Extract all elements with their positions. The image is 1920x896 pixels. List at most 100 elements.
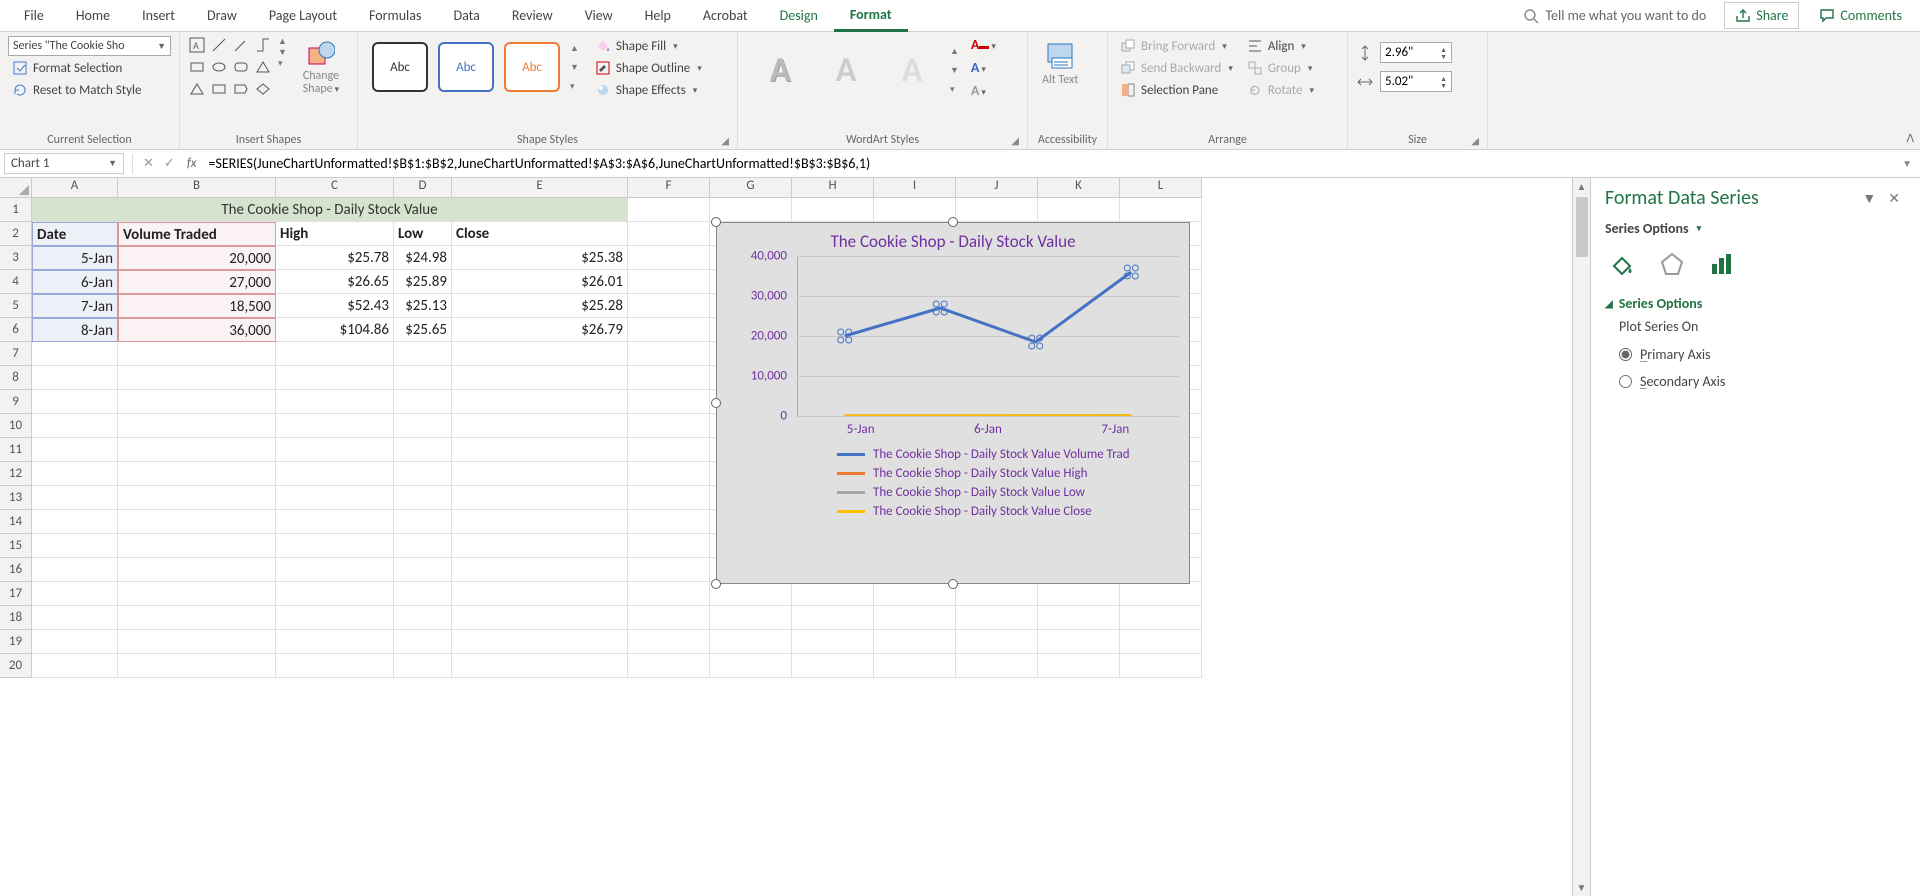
cell[interactable] — [32, 390, 118, 414]
cell[interactable]: 5-Jan — [32, 246, 118, 270]
shape-height-input[interactable]: ▲▼ — [1380, 42, 1452, 63]
cell[interactable] — [792, 654, 874, 678]
connector-shape-icon[interactable] — [254, 36, 272, 54]
cell[interactable] — [452, 438, 628, 462]
wordart-style-2[interactable]: A — [818, 42, 874, 98]
cell[interactable] — [118, 534, 276, 558]
cell[interactable] — [628, 342, 710, 366]
cell[interactable] — [628, 582, 710, 606]
cell[interactable] — [452, 462, 628, 486]
cell[interactable] — [628, 294, 710, 318]
shape-styles-launcher[interactable]: ◢ — [721, 134, 729, 147]
cell[interactable] — [452, 606, 628, 630]
chart-legend[interactable]: The Cookie Shop - Daily Stock Value Volu… — [717, 437, 1189, 525]
cell[interactable] — [452, 366, 628, 390]
cell[interactable] — [32, 414, 118, 438]
row-header[interactable]: 3 — [0, 246, 32, 270]
tell-me-search[interactable]: Tell me what you want to do — [1523, 7, 1706, 24]
row-header[interactable]: 2 — [0, 222, 32, 246]
cell[interactable] — [394, 366, 452, 390]
chart-handle-ml[interactable] — [711, 398, 721, 408]
cell[interactable] — [32, 438, 118, 462]
row-header[interactable]: 15 — [0, 534, 32, 558]
chart-x-axis[interactable]: 5-Jan6-Jan7-Jan — [717, 416, 1189, 437]
cell[interactable] — [118, 510, 276, 534]
cell[interactable] — [276, 534, 394, 558]
effects-tab[interactable] — [1655, 247, 1689, 281]
shape-width-input[interactable]: ▲▼ — [1380, 71, 1452, 92]
bring-forward-button[interactable]: Bring Forward▾ — [1116, 36, 1237, 56]
cell[interactable]: $25.13 — [394, 294, 452, 318]
cell[interactable] — [276, 630, 394, 654]
line-arrow-shape-icon[interactable] — [232, 36, 250, 54]
merged-title-cell[interactable]: The Cookie Shop - Daily Stock Value — [32, 198, 628, 222]
cell[interactable] — [628, 198, 710, 222]
cell[interactable] — [628, 438, 710, 462]
cell[interactable] — [394, 606, 452, 630]
cell[interactable] — [628, 534, 710, 558]
tab-file[interactable]: File — [8, 1, 60, 30]
cell[interactable] — [956, 606, 1038, 630]
cell[interactable] — [32, 606, 118, 630]
row-header[interactable]: 10 — [0, 414, 32, 438]
cell[interactable] — [1038, 654, 1120, 678]
row-header[interactable]: 6 — [0, 318, 32, 342]
cell[interactable] — [956, 582, 1038, 606]
col-header-E[interactable]: E — [452, 178, 628, 198]
chart-element-selector[interactable]: Series "The Cookie Sho ▼ — [8, 36, 171, 56]
cell[interactable]: $104.86 — [276, 318, 394, 342]
flow3-shape-icon[interactable] — [232, 80, 250, 98]
cell[interactable]: $25.78 — [276, 246, 394, 270]
cell[interactable] — [118, 582, 276, 606]
cell[interactable] — [1038, 630, 1120, 654]
shape-outline-button[interactable]: Shape Outline▾ — [591, 58, 706, 78]
legend-item[interactable]: The Cookie Shop - Daily Stock Value Low — [837, 483, 1179, 502]
cell[interactable] — [710, 198, 792, 222]
fill-line-tab[interactable] — [1605, 247, 1639, 281]
cell[interactable] — [32, 654, 118, 678]
shape-style-2[interactable]: Abc — [438, 42, 494, 92]
col-header-C[interactable]: C — [276, 178, 394, 198]
cell[interactable]: 36,000 — [118, 318, 276, 342]
cell[interactable] — [956, 630, 1038, 654]
cell[interactable] — [452, 486, 628, 510]
cell[interactable] — [276, 438, 394, 462]
cell[interactable] — [32, 462, 118, 486]
primary-axis-input[interactable] — [1619, 348, 1632, 361]
cell[interactable]: $26.65 — [276, 270, 394, 294]
col-header-J[interactable]: J — [956, 178, 1038, 198]
align-button[interactable]: Align▾ — [1243, 36, 1318, 56]
chart-title[interactable]: The Cookie Shop - Daily Stock Value — [717, 223, 1189, 256]
reset-match-style-button[interactable]: Reset to Match Style — [8, 80, 171, 100]
row-header[interactable]: 5 — [0, 294, 32, 318]
cell[interactable] — [32, 366, 118, 390]
flow4-shape-icon[interactable] — [254, 80, 272, 98]
cell[interactable]: 8-Jan — [32, 318, 118, 342]
cell[interactable]: Volume Traded — [118, 222, 276, 246]
tab-insert[interactable]: Insert — [126, 1, 191, 30]
cell[interactable] — [276, 366, 394, 390]
worksheet-grid[interactable]: A B C D E F G H I J K L 1The Cookie Shop… — [0, 178, 1572, 896]
tab-data[interactable]: Data — [437, 1, 495, 30]
cell[interactable] — [710, 582, 792, 606]
cell[interactable] — [276, 654, 394, 678]
cell[interactable] — [276, 462, 394, 486]
wordart-gallery[interactable]: A A A ▲▼▾ — [746, 36, 965, 104]
taskpane-close-button[interactable]: ✕ — [1882, 190, 1906, 207]
tab-formulas[interactable]: Formulas — [353, 1, 437, 30]
text-outline-button[interactable]: A▾ — [971, 59, 996, 76]
format-selection-button[interactable]: Format Selection — [8, 58, 171, 78]
text-effects-button[interactable]: A▾ — [971, 82, 996, 99]
row-header[interactable]: 4 — [0, 270, 32, 294]
enter-formula-button[interactable]: ✓ — [164, 156, 175, 171]
textbox-shape-icon[interactable]: A — [188, 36, 206, 54]
chart-handle-bl[interactable] — [711, 579, 721, 589]
col-header-A[interactable]: A — [32, 178, 118, 198]
group-button[interactable]: Group▾ — [1243, 58, 1318, 78]
cell[interactable] — [956, 198, 1038, 222]
cell[interactable] — [118, 414, 276, 438]
row-header[interactable]: 20 — [0, 654, 32, 678]
selection-pane-button[interactable]: Selection Pane — [1116, 80, 1237, 100]
shape-style-gallery[interactable]: Abc Abc Abc ▲▼▾ — [366, 36, 585, 98]
cell[interactable] — [276, 606, 394, 630]
